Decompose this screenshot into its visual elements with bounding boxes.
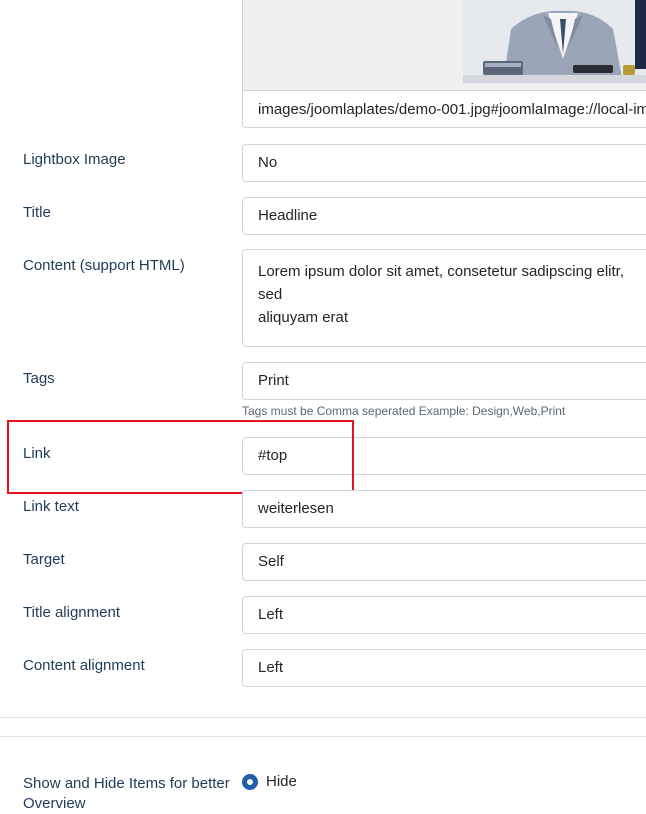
title-alignment-select[interactable]: Left	[242, 596, 646, 634]
show-hide-option-label: Hide	[266, 773, 297, 790]
target-label: Target	[23, 551, 65, 568]
link-text-input[interactable]: weiterlesen	[242, 490, 646, 528]
lightbox-image-label: Lightbox Image	[23, 151, 126, 168]
tags-input[interactable]: Print	[242, 362, 646, 400]
link-input[interactable]: #top	[242, 437, 646, 475]
image-path-input[interactable]: images/joomlaplates/demo-001.jpg#joomlaI…	[242, 90, 646, 128]
section-divider	[0, 736, 646, 737]
title-alignment-label: Title alignment	[23, 604, 120, 621]
link-label: Link	[23, 445, 51, 462]
target-select[interactable]: Self	[242, 543, 646, 581]
content-alignment-label: Content alignment	[23, 657, 145, 674]
image-preview-box[interactable]	[242, 0, 646, 91]
section-divider	[0, 717, 646, 718]
image-preview	[463, 0, 646, 83]
content-label: Content (support HTML)	[23, 257, 185, 274]
suit-man-image	[463, 0, 646, 83]
title-label: Title	[23, 204, 51, 221]
show-hide-label: Show and Hide Items for better Overview	[23, 775, 230, 812]
show-hide-radio-hide[interactable]: Hide	[242, 773, 297, 790]
lightbox-image-select[interactable]: No	[242, 144, 646, 182]
tags-help-text: Tags must be Comma seperated Example: De…	[242, 404, 566, 418]
content-alignment-select[interactable]: Left	[242, 649, 646, 687]
tags-label: Tags	[23, 370, 55, 387]
content-textarea[interactable]: Lorem ipsum dolor sit amet, consetetur s…	[242, 249, 646, 347]
link-text-label: Link text	[23, 498, 79, 515]
title-input[interactable]: Headline	[242, 197, 646, 235]
radio-selected-icon[interactable]	[242, 773, 258, 790]
